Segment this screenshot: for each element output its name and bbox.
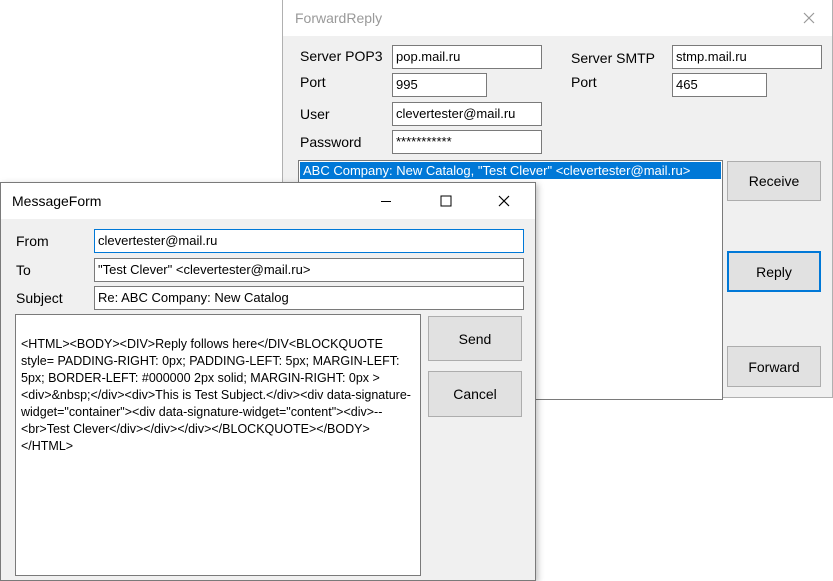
forward-button[interactable]: Forward bbox=[727, 346, 821, 387]
port-pop-label: Port bbox=[300, 74, 326, 90]
port-smtp-input[interactable]: 465 bbox=[672, 73, 767, 97]
close-icon bbox=[803, 12, 815, 24]
to-label: To bbox=[16, 262, 31, 278]
server-pop3-label: Server POP3 bbox=[300, 48, 383, 64]
minimize-icon bbox=[381, 201, 391, 202]
close-icon bbox=[498, 195, 510, 207]
password-input[interactable]: *********** bbox=[392, 130, 542, 154]
close-button[interactable] bbox=[481, 183, 527, 219]
send-button[interactable]: Send bbox=[428, 316, 522, 361]
reply-button[interactable]: Reply bbox=[727, 251, 821, 292]
message-body-text: <HTML><BODY><DIV>Reply follows here</DIV… bbox=[21, 337, 411, 453]
user-label: User bbox=[300, 106, 330, 122]
forward-reply-titlebar[interactable]: ForwardReply bbox=[283, 0, 832, 36]
from-input[interactable]: clevertester@mail.ru bbox=[94, 229, 524, 253]
server-smtp-input[interactable]: stmp.mail.ru bbox=[672, 45, 822, 69]
list-item[interactable]: ABC Company: New Catalog, "Test Clever" … bbox=[300, 162, 721, 179]
window-title: ForwardReply bbox=[295, 10, 383, 26]
to-input[interactable]: "Test Clever" <clevertester@mail.ru> bbox=[94, 258, 524, 282]
from-label: From bbox=[16, 233, 49, 249]
server-smtp-label: Server SMTP bbox=[571, 50, 656, 66]
cancel-button[interactable]: Cancel bbox=[428, 371, 522, 417]
subject-label: Subject bbox=[16, 290, 63, 306]
message-form-window: MessageForm From clevertester@mail.ru To… bbox=[0, 182, 536, 581]
maximize-icon bbox=[440, 195, 452, 207]
close-button[interactable] bbox=[786, 0, 832, 36]
message-body-textarea[interactable]: <HTML><BODY><DIV>Reply follows here</DIV… bbox=[15, 314, 421, 576]
password-label: Password bbox=[300, 134, 362, 150]
message-form-titlebar[interactable]: MessageForm bbox=[1, 183, 535, 219]
minimize-button[interactable] bbox=[363, 183, 409, 219]
user-input[interactable]: clevertester@mail.ru bbox=[392, 102, 542, 126]
subject-input[interactable]: Re: ABC Company: New Catalog bbox=[94, 286, 524, 310]
receive-button[interactable]: Receive bbox=[727, 161, 821, 201]
window-title: MessageForm bbox=[12, 193, 102, 209]
port-pop-input[interactable]: 995 bbox=[392, 73, 487, 97]
maximize-button[interactable] bbox=[423, 183, 469, 219]
port-smtp-label: Port bbox=[571, 74, 597, 90]
server-pop3-input[interactable]: pop.mail.ru bbox=[392, 45, 542, 69]
